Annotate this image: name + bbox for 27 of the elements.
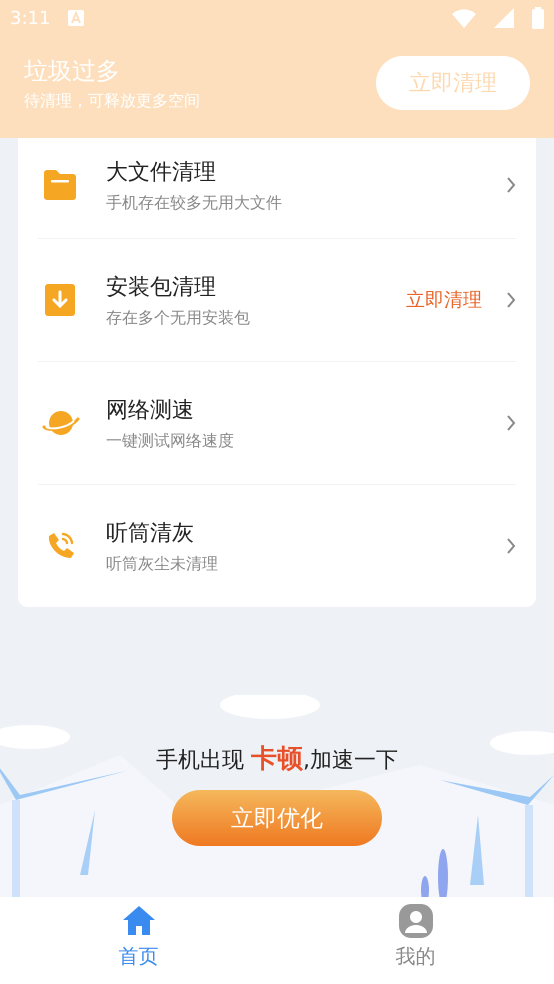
- promo-text: 手机出现 卡顿,加速一下: [156, 743, 398, 776]
- chevron-icon[interactable]: [506, 291, 516, 309]
- chevron-icon[interactable]: [506, 176, 516, 194]
- battery-icon: [532, 7, 544, 29]
- item-subtitle: 手机存在较多无用大文件: [106, 192, 283, 214]
- item-title[interactable]: 网络测速: [106, 394, 482, 424]
- signal-icon: [494, 8, 514, 28]
- download-box-icon: [44, 283, 76, 317]
- nav-tab[interactable]: 我的: [277, 897, 554, 984]
- item-title[interactable]: 听筒清灰: [106, 518, 482, 548]
- header-title: 垃圾过多: [24, 56, 121, 86]
- notification-icon: [68, 10, 84, 26]
- header-subtitle: 待清理，可释放更多空间: [24, 90, 201, 112]
- person-icon: [398, 903, 434, 939]
- item-title[interactable]: 安装包清理: [106, 272, 382, 302]
- chevron-icon[interactable]: [506, 537, 516, 555]
- item-subtitle: 听筒灰尘未清理: [106, 554, 219, 574]
- optimize-button[interactable]: 立即优化: [172, 790, 382, 846]
- folder-icon: [42, 169, 78, 201]
- item-subtitle: 一键测试网络速度: [106, 430, 235, 452]
- item-action-link[interactable]: 立即清理: [406, 287, 482, 313]
- nav-tab[interactable]: 首页: [0, 897, 277, 984]
- item-subtitle: 存在多个无用安装包: [106, 308, 251, 328]
- chevron-icon[interactable]: [506, 414, 516, 432]
- status-time: 3:11: [10, 8, 50, 28]
- wifi-icon: [452, 8, 476, 28]
- item-title[interactable]: 大文件清理: [106, 156, 482, 186]
